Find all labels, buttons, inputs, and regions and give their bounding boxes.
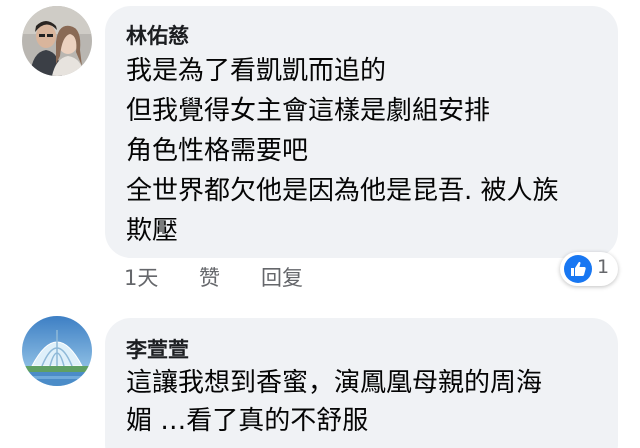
reaction-summary[interactable]: 1: [560, 252, 618, 286]
reaction-count: 1: [597, 256, 610, 278]
comment-text-line: 欺壓: [126, 216, 179, 246]
like-button[interactable]: 赞: [199, 262, 220, 292]
comment-text-line: 全世界都欠他是因為他是昆吾. 被人族: [126, 176, 559, 206]
avatar-li[interactable]: [22, 316, 92, 386]
comment-text-line: 角色性格需要吧: [126, 136, 309, 166]
comment-text-line: 我是為了看凱凱而追的: [126, 56, 387, 86]
comment-author[interactable]: 林佑慈: [126, 20, 189, 50]
comment-author[interactable]: 李萱萱: [126, 334, 189, 364]
comment-text-line: 媚 …看了真的不舒服: [126, 406, 369, 436]
comment-text-line: 這讓我想到香蜜，演鳳凰母親的周海: [126, 368, 543, 398]
avatar-lin[interactable]: [22, 6, 92, 76]
reply-button[interactable]: 回复: [261, 262, 303, 292]
avatar-photo: [22, 6, 92, 76]
comment-thread: 林佑慈 我是為了看凱凱而追的 但我覺得女主會這樣是劇組安排 角色性格需要吧 全世…: [0, 0, 640, 448]
avatar-photo: [22, 316, 92, 386]
comment-text-line: 但我覺得女主會這樣是劇組安排: [126, 96, 491, 126]
comment-timestamp[interactable]: 1天: [124, 262, 158, 292]
thumbs-up-icon: [564, 255, 592, 283]
